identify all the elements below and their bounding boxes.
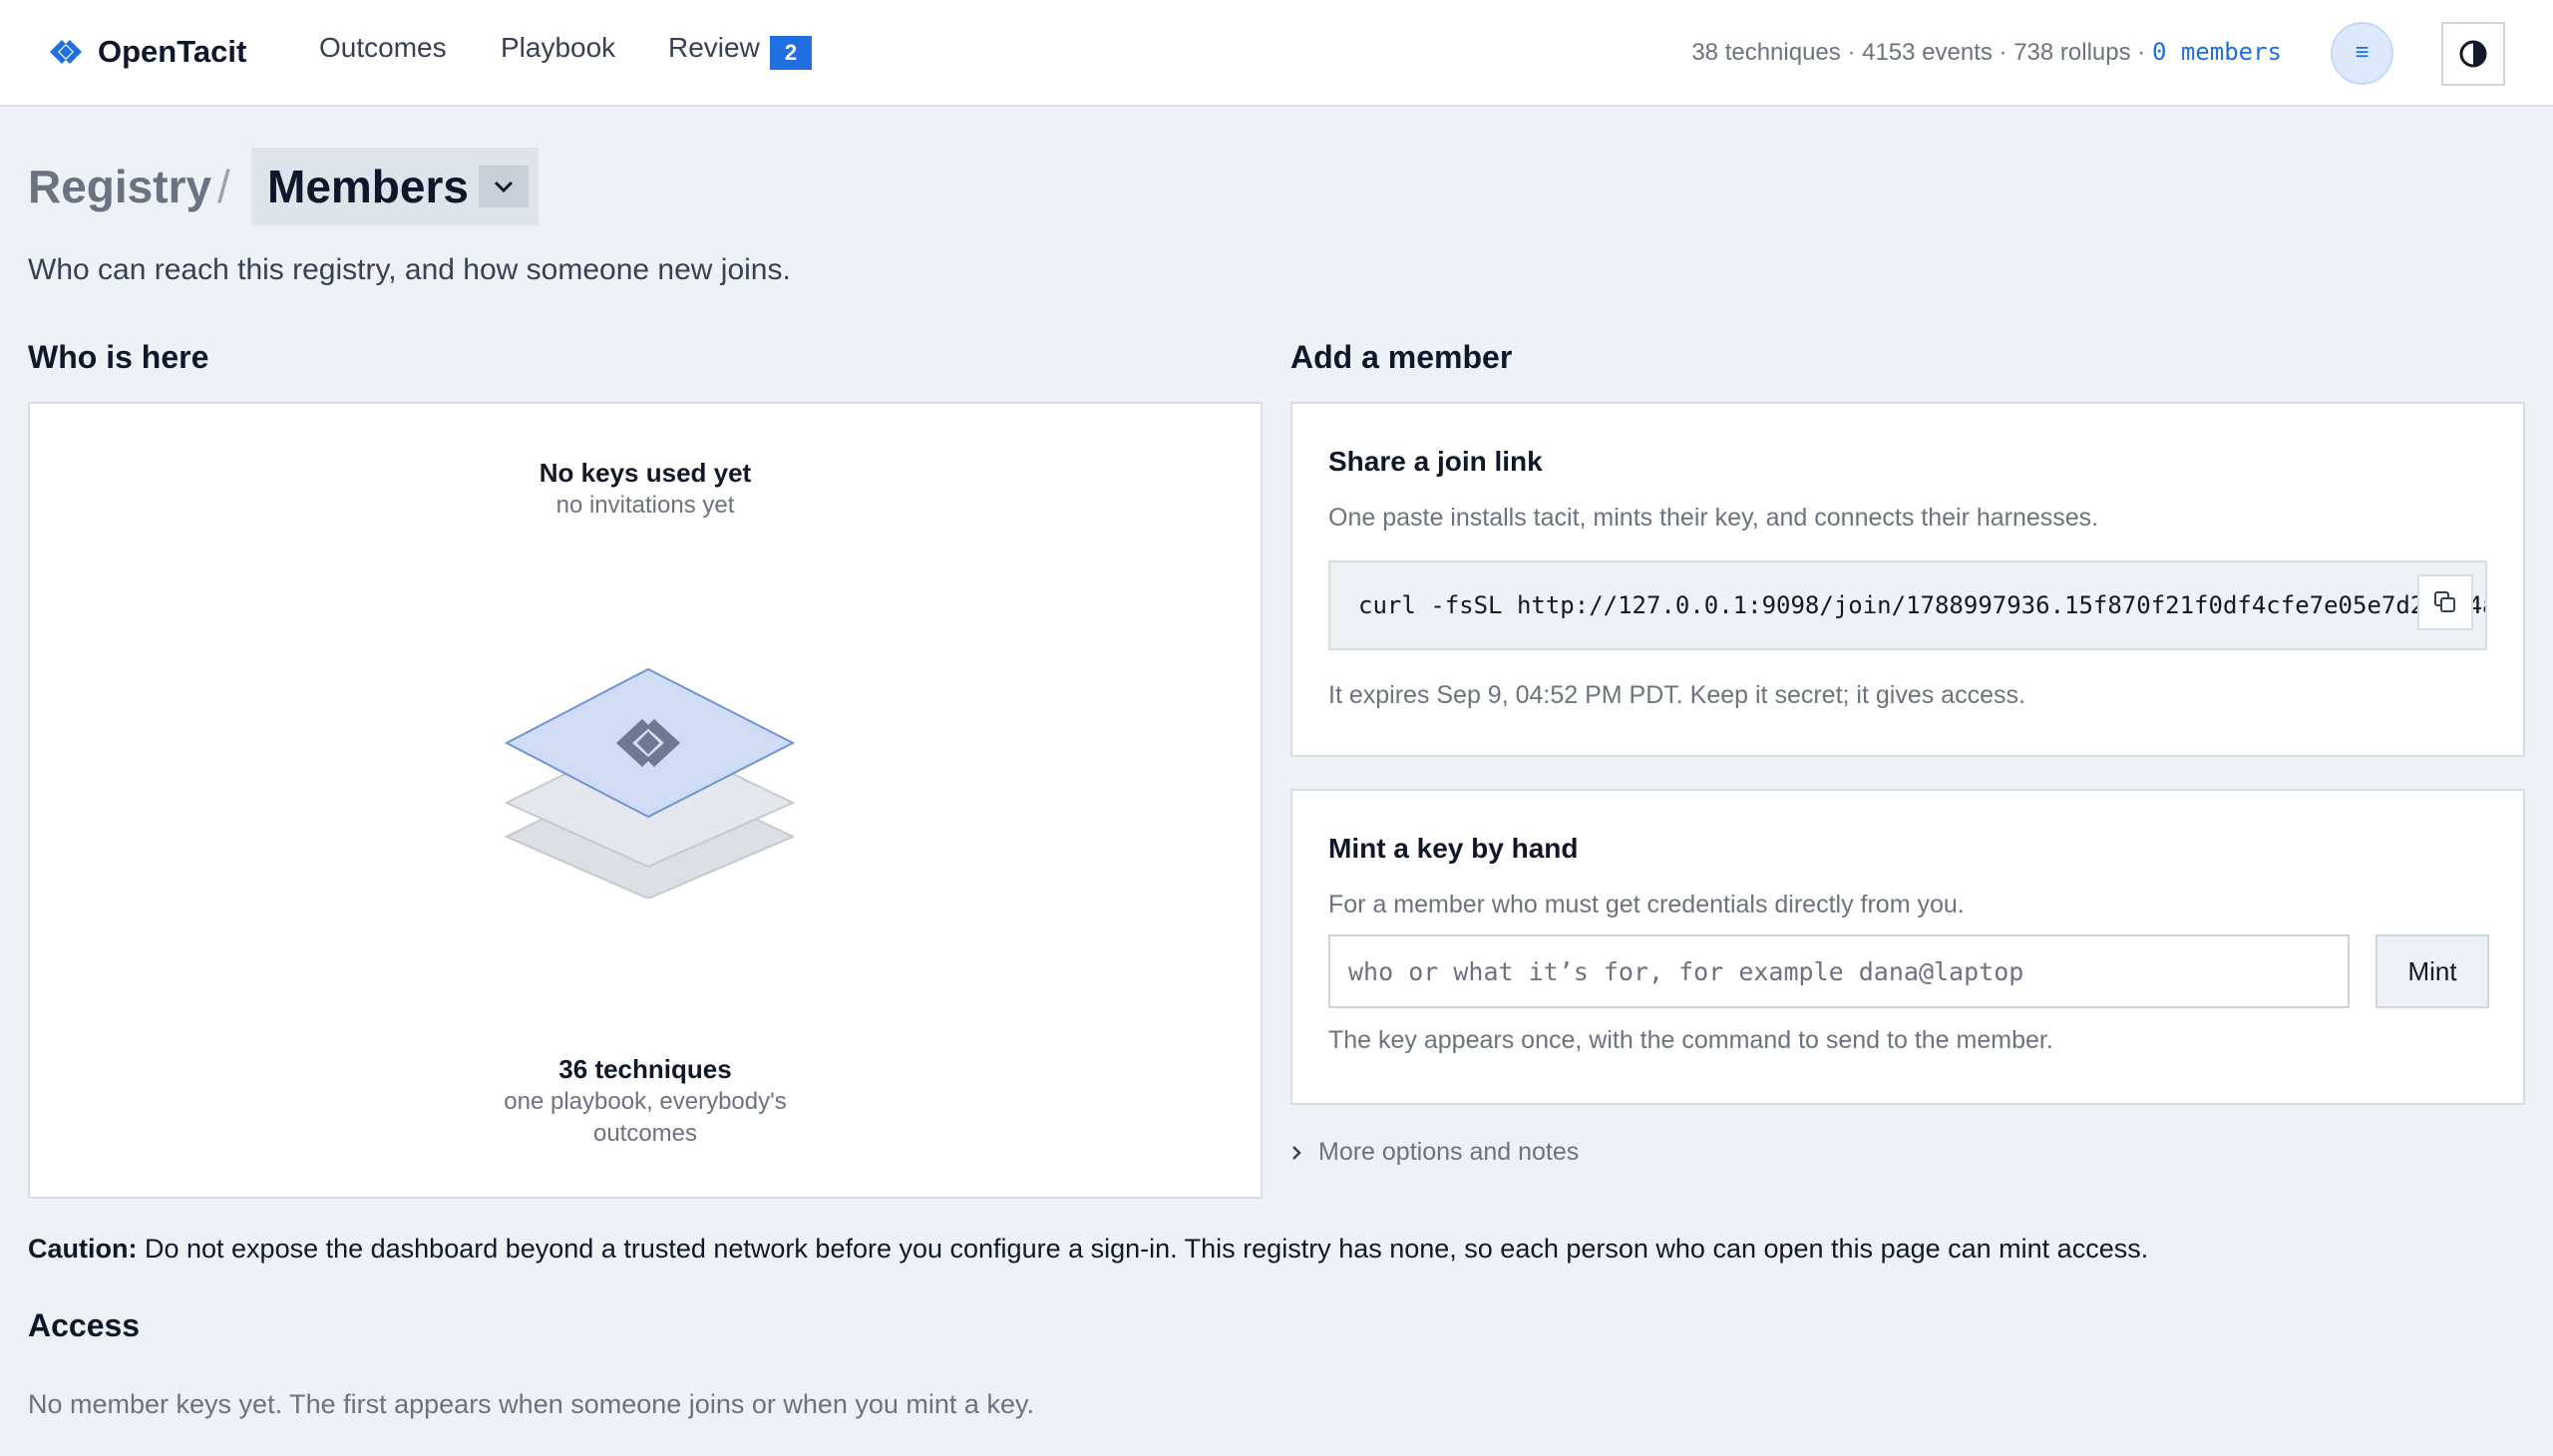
join-link-title: Share a join link	[1328, 446, 1543, 477]
techniques-title: 36 techniques	[558, 1054, 732, 1084]
more-options-label: More options and notes	[1318, 1138, 1580, 1166]
join-command[interactable]: curl -fsSL http://127.0.0.1:9098/join/17…	[1358, 591, 2485, 619]
add-member-heading: Add a member	[1290, 339, 1513, 375]
stats-text: 38 techniques · 4153 events · 738 rollup…	[1691, 39, 2152, 66]
brand-logo[interactable]: OpenTacit	[48, 34, 246, 70]
nav-outcomes[interactable]: Outcomes	[319, 32, 447, 64]
join-link-card: Share a join link One paste installs tac…	[1290, 402, 2525, 757]
keys-subtitle: no invitations yet	[555, 492, 735, 519]
caution-text: Do not expose the dashboard beyond a tru…	[137, 1234, 2149, 1264]
breadcrumb-registry[interactable]: Registry	[28, 160, 211, 213]
who-panel: No keys used yet no invitations yet 36 t…	[28, 402, 1263, 1199]
mint-button[interactable]: Mint	[2375, 934, 2489, 1008]
mint-key-description: For a member who must get credentials di…	[1328, 891, 1965, 918]
copy-command-button[interactable]	[2417, 574, 2473, 630]
contrast-icon	[2459, 40, 2487, 68]
breadcrumb-separator: /	[217, 161, 230, 212]
brand-name: OpenTacit	[98, 34, 247, 69]
nav-review[interactable]: Review	[668, 32, 760, 64]
techniques-subtitle-line1: one playbook, everybody's	[504, 1088, 787, 1115]
members-link[interactable]: 0 members	[2152, 38, 2282, 66]
registry-stack-illustration	[504, 667, 796, 899]
mint-key-note: The key appears once, with the command t…	[1328, 1026, 2053, 1054]
key-label-input[interactable]	[1328, 934, 2350, 1008]
chevron-right-icon	[1292, 1145, 1301, 1160]
page-title: Members	[267, 161, 469, 212]
page-switcher-dropdown[interactable]	[479, 166, 529, 207]
join-link-description: One paste installs tacit, mints their ke…	[1328, 504, 2099, 532]
who-heading: Who is here	[28, 339, 209, 375]
caution-label: Caution:	[28, 1234, 138, 1264]
menu-button[interactable]: ≡	[2331, 22, 2393, 85]
opentacit-logo-icon	[50, 40, 82, 64]
caution-notice: Caution: Do not expose the dashboard bey…	[28, 1234, 2148, 1265]
nav-playbook[interactable]: Playbook	[501, 32, 615, 64]
theme-toggle-button[interactable]	[2441, 22, 2505, 86]
top-bar: OpenTacit Outcomes Playbook Review 2 38 …	[0, 0, 2553, 107]
mint-key-title: Mint a key by hand	[1328, 833, 1579, 864]
page-subtitle: Who can reach this registry, and how som…	[28, 253, 791, 286]
registry-stats: 38 techniques · 4153 events · 738 rollup…	[1691, 38, 2282, 67]
chevron-down-icon	[494, 181, 514, 193]
join-command-box[interactable]: curl -fsSL http://127.0.0.1:9098/join/17…	[1328, 560, 2487, 650]
access-empty-state: No member keys yet. The first appears wh…	[28, 1389, 1034, 1419]
copy-icon	[2434, 591, 2455, 612]
join-link-expiry: It expires Sep 9, 04:52 PM PDT. Keep it …	[1328, 681, 2025, 709]
access-heading: Access	[28, 1307, 141, 1343]
review-count-badge: 2	[770, 36, 812, 70]
techniques-subtitle-line2: outcomes	[592, 1120, 698, 1147]
keys-title: No keys used yet	[539, 458, 752, 488]
menu-icon: ≡	[2355, 39, 2370, 66]
mint-key-card: Mint a key by hand For a member who must…	[1290, 789, 2525, 1105]
more-options-toggle[interactable]: More options and notes	[1290, 1138, 1579, 1167]
